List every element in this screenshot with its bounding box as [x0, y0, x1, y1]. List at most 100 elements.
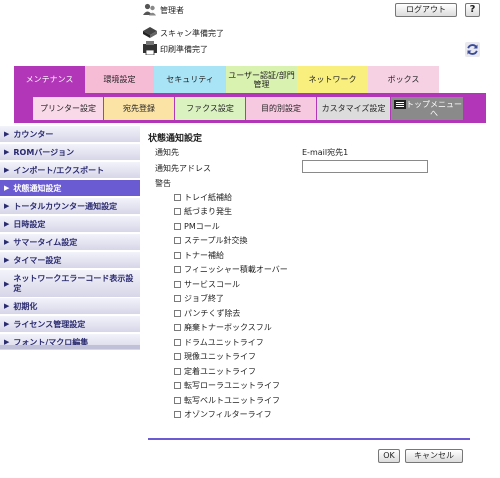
arrow-right-icon: ▶ [4, 148, 10, 156]
cancel-button[interactable]: キャンセル [405, 449, 463, 463]
refresh-icon[interactable] [465, 42, 480, 57]
checkbox-row-developer-unit[interactable]: 現像ユニットライフ [174, 350, 256, 362]
checkbox-row-service-call[interactable]: サービスコール [174, 278, 240, 290]
sidebar-item-label: インポート/エクスポート [13, 165, 105, 175]
checkbox-row-transfer-roller[interactable]: 転写ローラユニットライフ [174, 379, 280, 391]
sidebar-item-label: 日時設定 [13, 219, 46, 229]
checkbox-row-staple[interactable]: ステープル針交換 [174, 234, 248, 246]
checkbox[interactable] [174, 381, 181, 389]
help-button[interactable]: ? [465, 3, 480, 17]
checkbox-row-fuser-unit[interactable]: 定着ユニットライフ [174, 365, 256, 377]
checkbox[interactable] [174, 207, 181, 215]
checkbox[interactable] [174, 410, 181, 418]
tab-maintenance[interactable]: メンテナンス [14, 66, 85, 93]
notify-address-label: 通知先アドレス [155, 164, 211, 173]
checkbox[interactable] [174, 309, 181, 317]
arrow-right-icon: ▶ [4, 238, 10, 246]
sidebar-item-summer-time[interactable]: ▶ サマータイム設定 [0, 234, 140, 251]
checkbox-label: PMコール [184, 221, 220, 231]
sidebar-item-status-notify[interactable]: ▶ 状態通知設定 [0, 180, 140, 197]
sidebar-footer-bar [0, 345, 140, 349]
checkbox-label: 廃棄トナーボックスフル [184, 322, 272, 332]
notify-address-input[interactable] [302, 160, 428, 173]
ok-button[interactable]: OK [378, 449, 400, 463]
subtab-destination-register[interactable]: 宛先登録 [104, 97, 174, 120]
checkbox[interactable] [174, 294, 181, 302]
checkbox-row-waste-toner[interactable]: 廃棄トナーボックスフル [174, 321, 272, 333]
checkbox[interactable] [174, 193, 181, 201]
top-menu-icon [394, 100, 406, 109]
subtab-customize-settings[interactable]: カスタマイズ設定 [317, 97, 390, 120]
scan-status-text: スキャン準備完了 [160, 29, 224, 38]
checkbox-label: トレイ紙補給 [184, 192, 232, 202]
checkbox-label: オゾンフィルターライフ [184, 409, 272, 419]
checkbox[interactable] [174, 222, 181, 230]
checkbox[interactable] [174, 236, 181, 244]
sidebar-item-network-error-code[interactable]: ▶ ネットワークエラーコード表示設定 [0, 270, 140, 298]
arrow-right-icon: ▶ [4, 279, 10, 288]
scanner-icon [142, 25, 158, 39]
tab-environment-settings[interactable]: 環境設定 [85, 66, 154, 93]
subtab-printer-settings[interactable]: プリンター設定 [33, 97, 103, 120]
checkbox-label: ドラムユニットライフ [184, 337, 264, 347]
sidebar-item-label: ネットワークエラーコード表示設定 [13, 273, 134, 293]
checkbox-row-toner[interactable]: トナー補給 [174, 249, 224, 261]
checkbox-label: ステープル針交換 [184, 235, 248, 245]
arrow-right-icon: ▶ [4, 166, 10, 174]
checkbox-row-transfer-belt[interactable]: 転写ベルトユニットライフ [174, 394, 280, 406]
sidebar-item-total-counter-notify[interactable]: ▶ トータルカウンター通知設定 [0, 198, 140, 215]
page-title: 状態通知設定 [148, 134, 203, 144]
tab-user-auth[interactable]: ユーザー認証/部門管理 [226, 66, 297, 93]
subtab-purpose-settings[interactable]: 目的別設定 [246, 97, 316, 120]
print-status-text: 印刷準備完了 [160, 45, 208, 54]
arrow-right-icon: ▶ [4, 130, 10, 138]
sidebar-item-initialize[interactable]: ▶ 初期化 [0, 298, 140, 315]
checkbox-row-pm-call[interactable]: PMコール [174, 220, 220, 232]
checkbox[interactable] [174, 251, 181, 259]
sidebar-item-label: カウンター [13, 129, 54, 139]
checkbox-row-tray-paper[interactable]: トレイ紙補給 [174, 191, 232, 203]
tab-security[interactable]: セキュリティ [154, 66, 226, 93]
checkbox-label: ジョブ終了 [184, 293, 224, 303]
sidebar-item-timer[interactable]: ▶ タイマー設定 [0, 252, 140, 269]
warning-label: 警告 [155, 179, 171, 188]
subtab-fax-settings[interactable]: ファクス設定 [175, 97, 245, 120]
arrow-right-icon: ▶ [4, 256, 10, 264]
checkbox[interactable] [174, 352, 181, 360]
arrow-right-icon: ▶ [4, 320, 10, 328]
checkbox-label: 現像ユニットライフ [184, 351, 256, 361]
sidebar-item-label: 状態通知設定 [13, 183, 62, 193]
sidebar-item-import-export[interactable]: ▶ インポート/エクスポート [0, 162, 140, 179]
arrow-right-icon: ▶ [4, 220, 10, 228]
sidebar-item-counter[interactable]: ▶ カウンター [0, 126, 140, 143]
logout-button[interactable]: ログアウト [395, 3, 457, 17]
printer-icon [142, 41, 158, 56]
checkbox-label: パンチくず除去 [184, 308, 241, 318]
tab-network[interactable]: ネットワーク [297, 66, 368, 93]
checkbox[interactable] [174, 280, 181, 288]
checkbox-row-paper-jam[interactable]: 紙づまり発生 [174, 205, 232, 217]
sidebar-item-label: トータルカウンター通知設定 [13, 201, 118, 211]
checkbox-label: 紙づまり発生 [184, 206, 232, 216]
sidebar-item-label: ROMバージョン [13, 147, 75, 157]
arrow-right-icon: ▶ [4, 202, 10, 210]
sidebar-item-license[interactable]: ▶ ライセンス管理設定 [0, 316, 140, 333]
checkbox[interactable] [174, 367, 181, 375]
checkbox[interactable] [174, 265, 181, 273]
checkbox[interactable] [174, 338, 181, 346]
notify-destination-label: 通知先 [155, 148, 179, 157]
arrow-right-icon: ▶ [4, 302, 10, 310]
sidebar-item-date-time[interactable]: ▶ 日時設定 [0, 216, 140, 233]
checkbox-label: サービスコール [184, 279, 240, 289]
sidebar-item-rom-version[interactable]: ▶ ROMバージョン [0, 144, 140, 161]
checkbox-row-ozone-filter[interactable]: オゾンフィルターライフ [174, 408, 272, 420]
checkbox[interactable] [174, 396, 181, 404]
checkbox[interactable] [174, 323, 181, 331]
checkbox-row-punch-waste[interactable]: パンチくず除去 [174, 307, 240, 319]
admin-label: 管理者 [160, 6, 184, 15]
content-divider [148, 438, 470, 440]
tab-box[interactable]: ボックス [368, 66, 439, 93]
checkbox-row-finisher-over[interactable]: フィニッシャー積載オーバー [174, 263, 288, 275]
checkbox-row-drum-unit[interactable]: ドラムユニットライフ [174, 336, 264, 348]
checkbox-row-job-end[interactable]: ジョブ終了 [174, 292, 224, 304]
